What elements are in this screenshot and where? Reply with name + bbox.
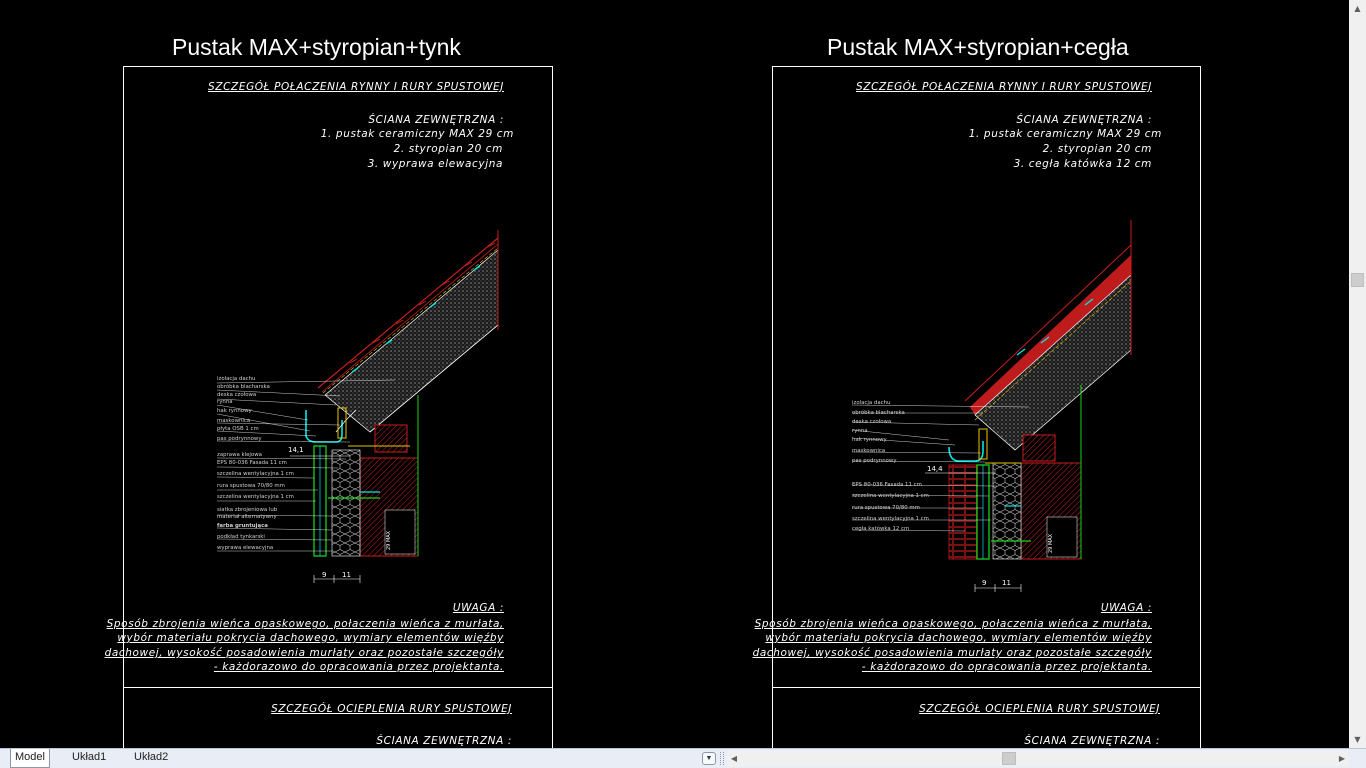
- left-dimension-b: 11: [342, 571, 351, 579]
- gutter: [305, 410, 343, 443]
- left-dimension-main: 14,1: [288, 446, 304, 454]
- left-sheet-title: Pustak MAX+styropian+tynk: [172, 34, 461, 60]
- horizontal-scrollbar[interactable]: ◀ ▶: [727, 751, 1349, 766]
- left-label: siatka zbrojeniowa lub: [217, 507, 278, 513]
- wall-styrofoam: [331, 449, 361, 557]
- horizontal-scroll-thumb[interactable]: [1002, 752, 1016, 765]
- left-wall-layer-1: 1. pustak ceramiczny MAX 29 cm: [320, 128, 514, 140]
- left-note-line-3: dachowej, wysokość posadowienia murłaty …: [104, 647, 504, 659]
- right-label: rura spustowa 70/80 mm: [852, 505, 920, 511]
- right-detail2-heading: SZCZEGÓŁ OCIEPLENIA RURY SPUSTOWEJ: [919, 703, 1160, 715]
- left-label: zaprawa klejowa: [217, 452, 262, 458]
- left-wall2-heading: ŚCIANA ZEWNĘTRZNA :: [376, 735, 512, 747]
- left-label: podkład tynkarski: [217, 534, 265, 540]
- left-note-heading: UWAGA :: [452, 602, 504, 614]
- right-note-line-3: dachowej, wysokość posadowienia murłaty …: [752, 647, 1152, 659]
- splitter-grip[interactable]: [720, 752, 724, 765]
- right-wall2-heading: ŚCIANA ZEWNĘTRZNA :: [1024, 735, 1160, 747]
- left-note-line-2: wybór materiału pokrycia dachowego, wymi…: [117, 632, 504, 644]
- left-label: deska czołowa: [217, 392, 257, 398]
- gutter: [948, 441, 984, 462]
- arrow-left-icon[interactable]: ◀: [727, 751, 741, 766]
- right-label: hak rynnowy: [852, 437, 887, 443]
- right-dimension-a: 9: [982, 579, 987, 587]
- right-label: cegła katówka 12 cm: [852, 526, 910, 532]
- left-label: rynna: [217, 399, 233, 405]
- wall-styrofoam: [992, 462, 1022, 560]
- arrow-up-icon[interactable]: ▲: [1349, 0, 1366, 17]
- right-note-heading: UWAGA :: [1100, 602, 1152, 614]
- right-wall-layer-1: 1. pustak ceramiczny MAX 29 cm: [968, 128, 1162, 140]
- layout-tab-bar: Model Układ1 Układ2 ▼ ◀ ▶: [0, 748, 1366, 768]
- right-label: szczelina wentylacyjna 1 cm: [852, 493, 929, 499]
- right-label: pas podrynnowy: [852, 458, 897, 464]
- right-note-line-1: Sposób zbrojenia wieńca opaskowego, poła…: [754, 618, 1152, 630]
- left-note-line-4: - każdorazowo do opracowania przez proje…: [213, 661, 504, 673]
- left-detail-heading: SZCZEGÓŁ POŁACZENIA RYNNY I RURY SPUSTOW…: [208, 81, 504, 93]
- left-label: pas podrynnowy: [217, 436, 262, 442]
- wall-plate: [1022, 434, 1056, 462]
- left-label: wyprawa elewacyjna: [217, 545, 274, 551]
- left-label: szczelina wentylacyjna 1 cm: [217, 471, 294, 477]
- left-label: hak rynnowy: [217, 408, 252, 414]
- left-dimension-a: 9: [322, 571, 327, 579]
- right-sheet-title: Pustak MAX+styropian+cegła: [827, 34, 1129, 60]
- right-label: EPS 80-036 Fasada 11 cm: [852, 482, 922, 488]
- tab-uklad2[interactable]: Układ2: [130, 749, 172, 767]
- right-dimension-b: 11: [1002, 579, 1011, 587]
- left-label: izolacja dachu: [217, 376, 256, 382]
- right-wall-heading: ŚCIANA ZEWNĘTRZNA :: [1016, 114, 1152, 126]
- wall-plate: [374, 424, 408, 453]
- left-label: szczelina wentylacyjna 1 cm: [217, 494, 294, 500]
- left-label: maskownica: [217, 418, 251, 424]
- right-dimension-main: 14,4: [927, 465, 943, 473]
- left-detail2-heading: SZCZEGÓŁ OCIEPLENIA RURY SPUSTOWEJ: [271, 703, 512, 715]
- left-label: farba gruntująca: [217, 523, 268, 529]
- left-wall-heading: ŚCIANA ZEWNĘTRZNA :: [368, 114, 504, 126]
- chevron-down-icon[interactable]: ▼: [702, 752, 716, 765]
- right-note-line-2: wybór materiału pokrycia dachowego, wymi…: [765, 632, 1152, 644]
- svg-text:29 MAX: 29 MAX: [1048, 533, 1054, 553]
- right-frame-divider: [772, 687, 1201, 688]
- brick-facing: [948, 464, 978, 560]
- left-wall-layer-2: 2. styropian 20 cm: [393, 143, 503, 155]
- roof-insulation: [974, 274, 1132, 451]
- left-label: materiał alternatywny: [217, 514, 277, 520]
- left-label: płyta OSB 1 cm: [217, 426, 259, 432]
- right-label: deska czołowa: [852, 419, 892, 425]
- arrow-down-icon[interactable]: ▼: [1349, 731, 1366, 748]
- left-eaves-detail-drawing: 29 MAX: [216, 230, 499, 583]
- right-wall-layer-3: 3. cegła katówka 12 cm: [1013, 158, 1152, 170]
- left-label: rura spustowa 70/80 mm: [217, 483, 285, 489]
- tab-model[interactable]: Model: [10, 749, 50, 768]
- left-frame-divider: [123, 687, 553, 688]
- left-wall-layer-3: 3. wyprawa elewacyjna: [367, 158, 503, 170]
- left-note-line-1: Sposób zbrojenia wieńca opaskowego, poła…: [106, 618, 504, 630]
- left-label: EPS 80-036 Fasada 11 cm: [217, 460, 287, 466]
- arrow-right-icon[interactable]: ▶: [1335, 751, 1349, 766]
- tab-uklad1[interactable]: Układ1: [68, 749, 110, 767]
- right-label: rynna: [852, 428, 868, 434]
- roof-insulation: [324, 249, 499, 433]
- vertical-scrollbar[interactable]: ▲ ▼: [1349, 0, 1366, 748]
- right-label: maskownica: [852, 448, 886, 454]
- right-detail-heading: SZCZEGÓŁ POŁACZENIA RYNNY I RURY SPUSTOW…: [856, 81, 1152, 93]
- right-note-line-4: - każdorazowo do opracowania przez proje…: [861, 661, 1152, 673]
- left-label: obróbka blacharska: [217, 384, 270, 390]
- vertical-scroll-thumb[interactable]: [1351, 273, 1364, 287]
- right-label: szczelina wentylacyjna 1 cm: [852, 516, 929, 522]
- drawing-canvas[interactable]: Pustak MAX+styropian+tynk SZCZEGÓŁ POŁAC…: [0, 0, 1349, 748]
- right-label: izolacja dachu: [852, 400, 891, 406]
- svg-text:29 MAX: 29 MAX: [386, 530, 392, 550]
- right-label: obróbka blacharska: [852, 410, 905, 416]
- right-wall-layer-2: 2. styropian 20 cm: [1042, 143, 1152, 155]
